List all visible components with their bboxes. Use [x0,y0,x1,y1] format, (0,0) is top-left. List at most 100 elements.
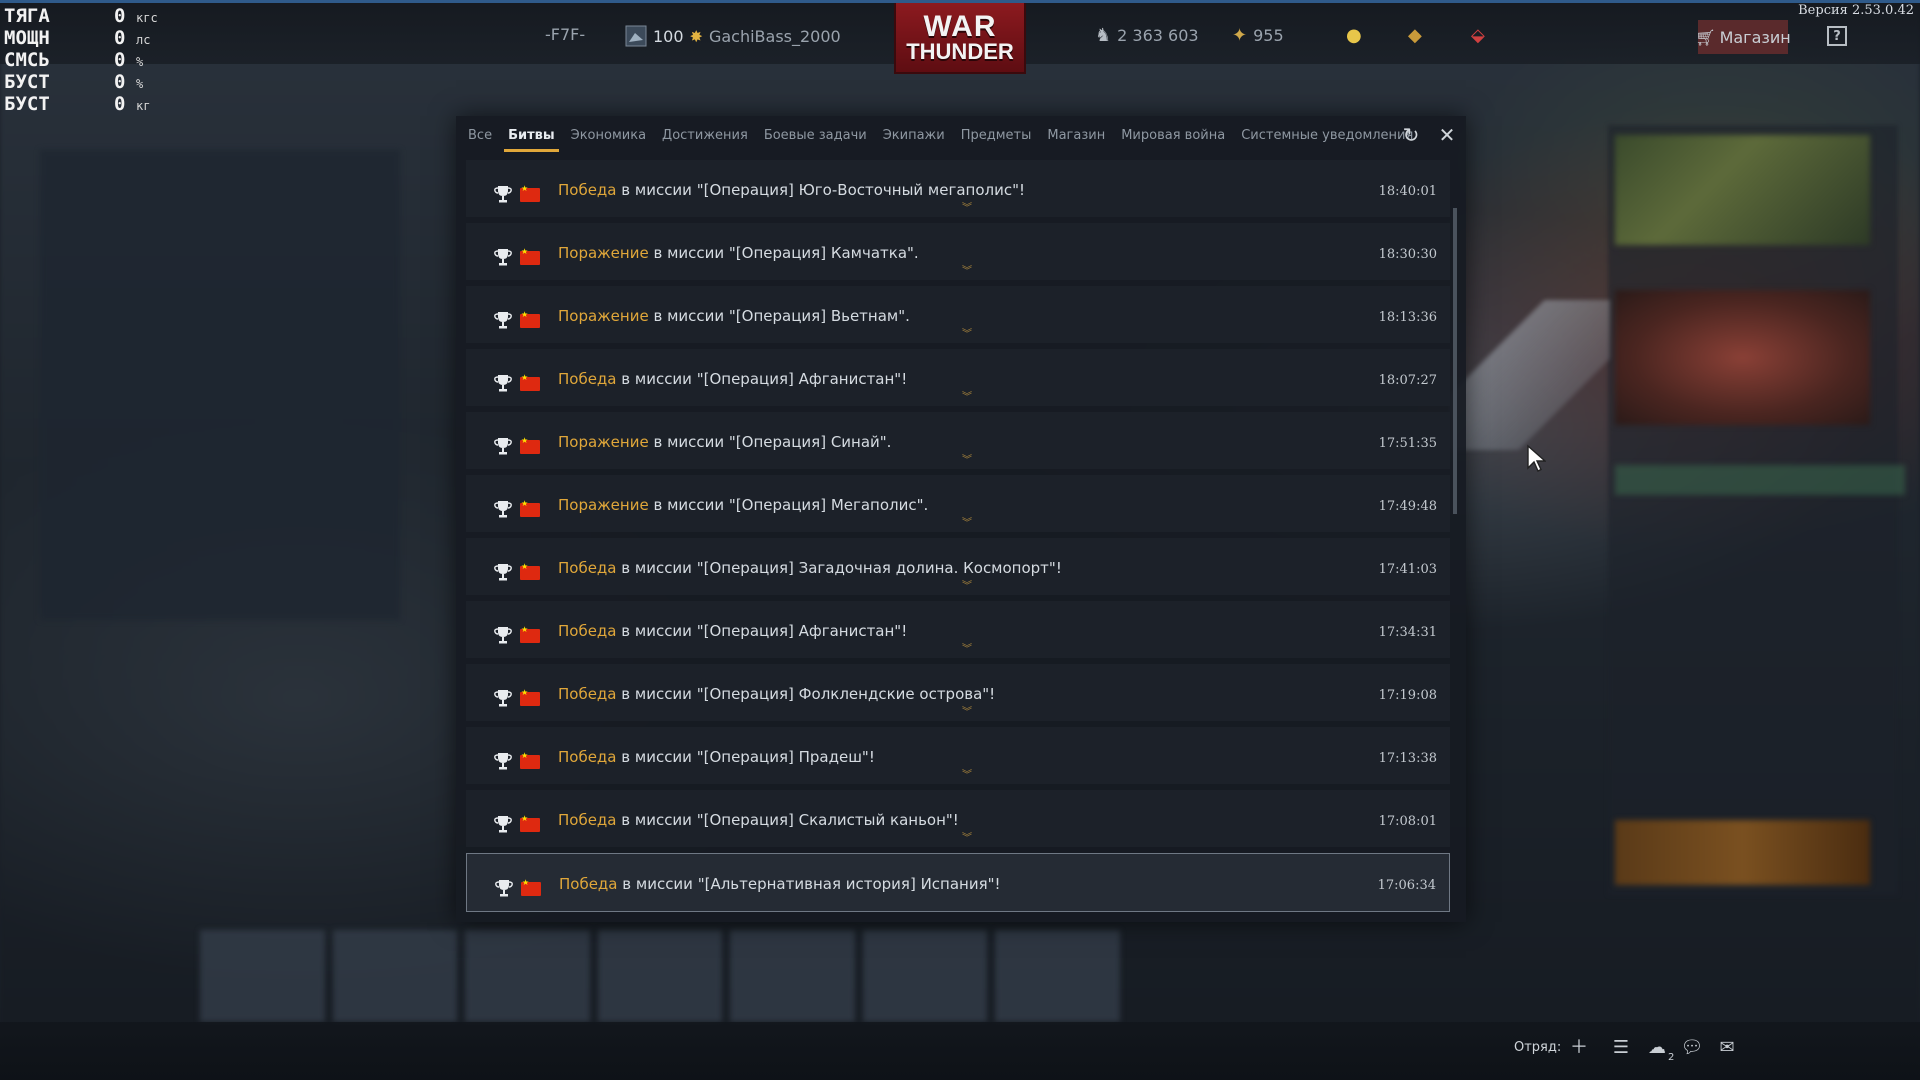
close-icon[interactable]: ✕ [1436,124,1458,146]
tab-world-war[interactable]: Мировая война [1113,116,1233,154]
scrollbar[interactable] [1453,208,1457,514]
shop-button[interactable]: 🛒︎ Магазин [1695,20,1791,54]
battle-time: 17:13:38 [1378,751,1437,766]
china-flag-icon [520,814,540,832]
list-item[interactable]: Победа в миссии "[Операция] Фолклендские… [466,664,1450,721]
help-button[interactable]: ? [1827,26,1847,46]
refresh-icon[interactable]: ↻ [1400,124,1422,146]
player-profile[interactable]: 100 ✸ GachiBass_2000 [625,25,841,47]
list-item[interactable]: Поражение в миссии "[Операция] Камчатка"… [466,223,1450,280]
tab-achievements[interactable]: Достижения [654,116,756,154]
mission-text: в миссии "[Операция] Юго-Восточный мегап… [616,181,1026,199]
battle-message: Поражение в миссии "[Операция] Мегаполис… [558,496,928,514]
lightbulb-icon[interactable]: ● [1346,25,1362,46]
chevron-down-icon[interactable]: ︾ [962,204,972,214]
mission-text: в миссии "[Операция] Загадочная долина. … [616,559,1062,577]
battle-message: Победа в миссии "[Операция] Прадеш"! [558,748,875,766]
mission-text: в миссии "[Операция] Афганистан"! [616,622,908,640]
chevron-down-icon[interactable]: ︾ [962,771,972,781]
silver-lions-balance[interactable]: ♞ 2 363 603 [1095,25,1199,46]
hud-unit: % [136,55,144,69]
chevron-down-icon[interactable]: ︾ [962,330,972,340]
hud-value: 0 [114,27,126,49]
list-item[interactable]: Победа в миссии "[Операция] Афганистан"!… [466,601,1450,658]
bottom-bar: Отряд: ＋ ☰ ☁ 2 💬︎ ✉ [0,1022,1920,1080]
tab-economy[interactable]: Экономика [563,116,654,154]
trophy-icon [494,375,512,392]
china-flag-icon [520,688,540,706]
tab-battles[interactable]: Битвы [500,116,563,154]
silver-lions-value: 2 363 603 [1117,26,1199,45]
promo-card-blurred [1615,290,1870,425]
battle-time: 18:13:36 [1378,310,1437,325]
mission-text: в миссии "[Операция] Прадеш"! [616,748,875,766]
chat-icon[interactable]: 💬︎ [1680,1036,1704,1060]
notifications-dialog: Все Битвы Экономика Достижения Боевые за… [456,116,1466,922]
china-flag-icon [520,184,540,202]
list-item[interactable]: Победа в миссии "[Операция] Скалистый ка… [466,790,1450,847]
china-flag-icon [520,310,540,328]
hud-label: МОЩН [4,27,50,49]
battle-message: Победа в миссии "[Альтернативная история… [559,875,1001,893]
tab-system-notifications[interactable]: Системные уведомления [1233,116,1421,154]
battle-result: Победа [558,559,617,577]
chevron-down-icon[interactable]: ︾ [962,582,972,592]
tab-bar: Все Битвы Экономика Достижения Боевые за… [456,116,1466,154]
trophy-icon [494,186,512,203]
chevron-down-icon[interactable]: ︾ [962,519,972,529]
premium-icon[interactable]: ◆ [1408,25,1422,46]
battle-result: Победа [558,370,617,388]
china-flag-icon [520,373,540,391]
chevron-down-icon[interactable]: ︾ [962,456,972,466]
mission-text: в миссии "[Операция] Синай". [648,433,892,451]
tab-crews[interactable]: Экипажи [875,116,953,154]
tab-shop[interactable]: Магазин [1039,116,1113,154]
list-item[interactable]: Победа в миссии "[Альтернативная история… [466,853,1450,912]
list-item[interactable]: Победа в миссии "[Операция] Загадочная д… [466,538,1450,595]
battle-results-list: Победа в миссии "[Операция] Юго-Восточны… [466,160,1450,918]
trophy-icon [494,816,512,833]
china-flag-icon [520,499,540,517]
list-item[interactable]: Победа в миссии "[Операция] Юго-Восточны… [466,160,1450,217]
golden-eagles-balance[interactable]: ✦ 955 [1232,25,1284,46]
battlepass-icon[interactable]: ⬙ [1471,25,1485,46]
battle-time: 18:07:27 [1378,373,1437,388]
tab-items[interactable]: Предметы [953,116,1040,154]
list-item[interactable]: Поражение в миссии "[Операция] Мегаполис… [466,475,1450,532]
friends-icon[interactable]: ☁ [1645,1036,1669,1060]
mission-text: в миссии "[Операция] Афганистан"! [616,370,908,388]
hud-value: 0 [114,5,126,27]
aircraft-wing-blurred [1450,300,1610,450]
hud-row-thrust: ТЯГА 0 кгс [4,5,158,27]
chevron-down-icon[interactable]: ︾ [962,708,972,718]
list-item[interactable]: Поражение в миссии "[Операция] Вьетнам".… [466,286,1450,343]
trophy-icon [494,753,512,770]
chevron-down-icon[interactable]: ︾ [962,267,972,277]
battle-result: Победа [559,875,618,893]
hud-label: ТЯГА [4,5,50,27]
chevron-down-icon[interactable]: ︾ [962,393,972,403]
mission-text: в миссии "[Операция] Скалистый каньон"! [616,811,959,829]
list-icon[interactable]: ☰ [1609,1036,1633,1060]
tab-all[interactable]: Все [460,116,500,154]
china-flag-icon [520,436,540,454]
hud-label: БУСТ [4,71,50,93]
trophy-icon [494,690,512,707]
list-item[interactable]: Поражение в миссии "[Операция] Синай". 1… [466,412,1450,469]
mouse-cursor-icon [1527,444,1546,472]
list-item[interactable]: Победа в миссии "[Операция] Афганистан"!… [466,349,1450,406]
avatar-icon [625,25,647,47]
mail-icon[interactable]: ✉ [1715,1036,1739,1060]
chevron-down-icon[interactable]: ︾ [962,645,972,655]
war-thunder-logo[interactable]: WAR THUNDER [894,3,1026,74]
squad-tag[interactable]: -F7F- [545,25,585,44]
player-nickname: GachiBass_2000 [708,26,841,46]
battle-time: 17:51:35 [1378,436,1437,451]
battle-time: 17:41:03 [1378,562,1437,577]
cart-icon: 🛒︎ [1695,27,1716,47]
tab-battle-tasks[interactable]: Боевые задачи [756,116,875,154]
chevron-down-icon[interactable]: ︾ [962,834,972,844]
hud-value: 0 [114,49,126,71]
list-item[interactable]: Победа в миссии "[Операция] Прадеш"! 17:… [466,727,1450,784]
add-squad-member-icon[interactable]: ＋ [1567,1036,1591,1060]
